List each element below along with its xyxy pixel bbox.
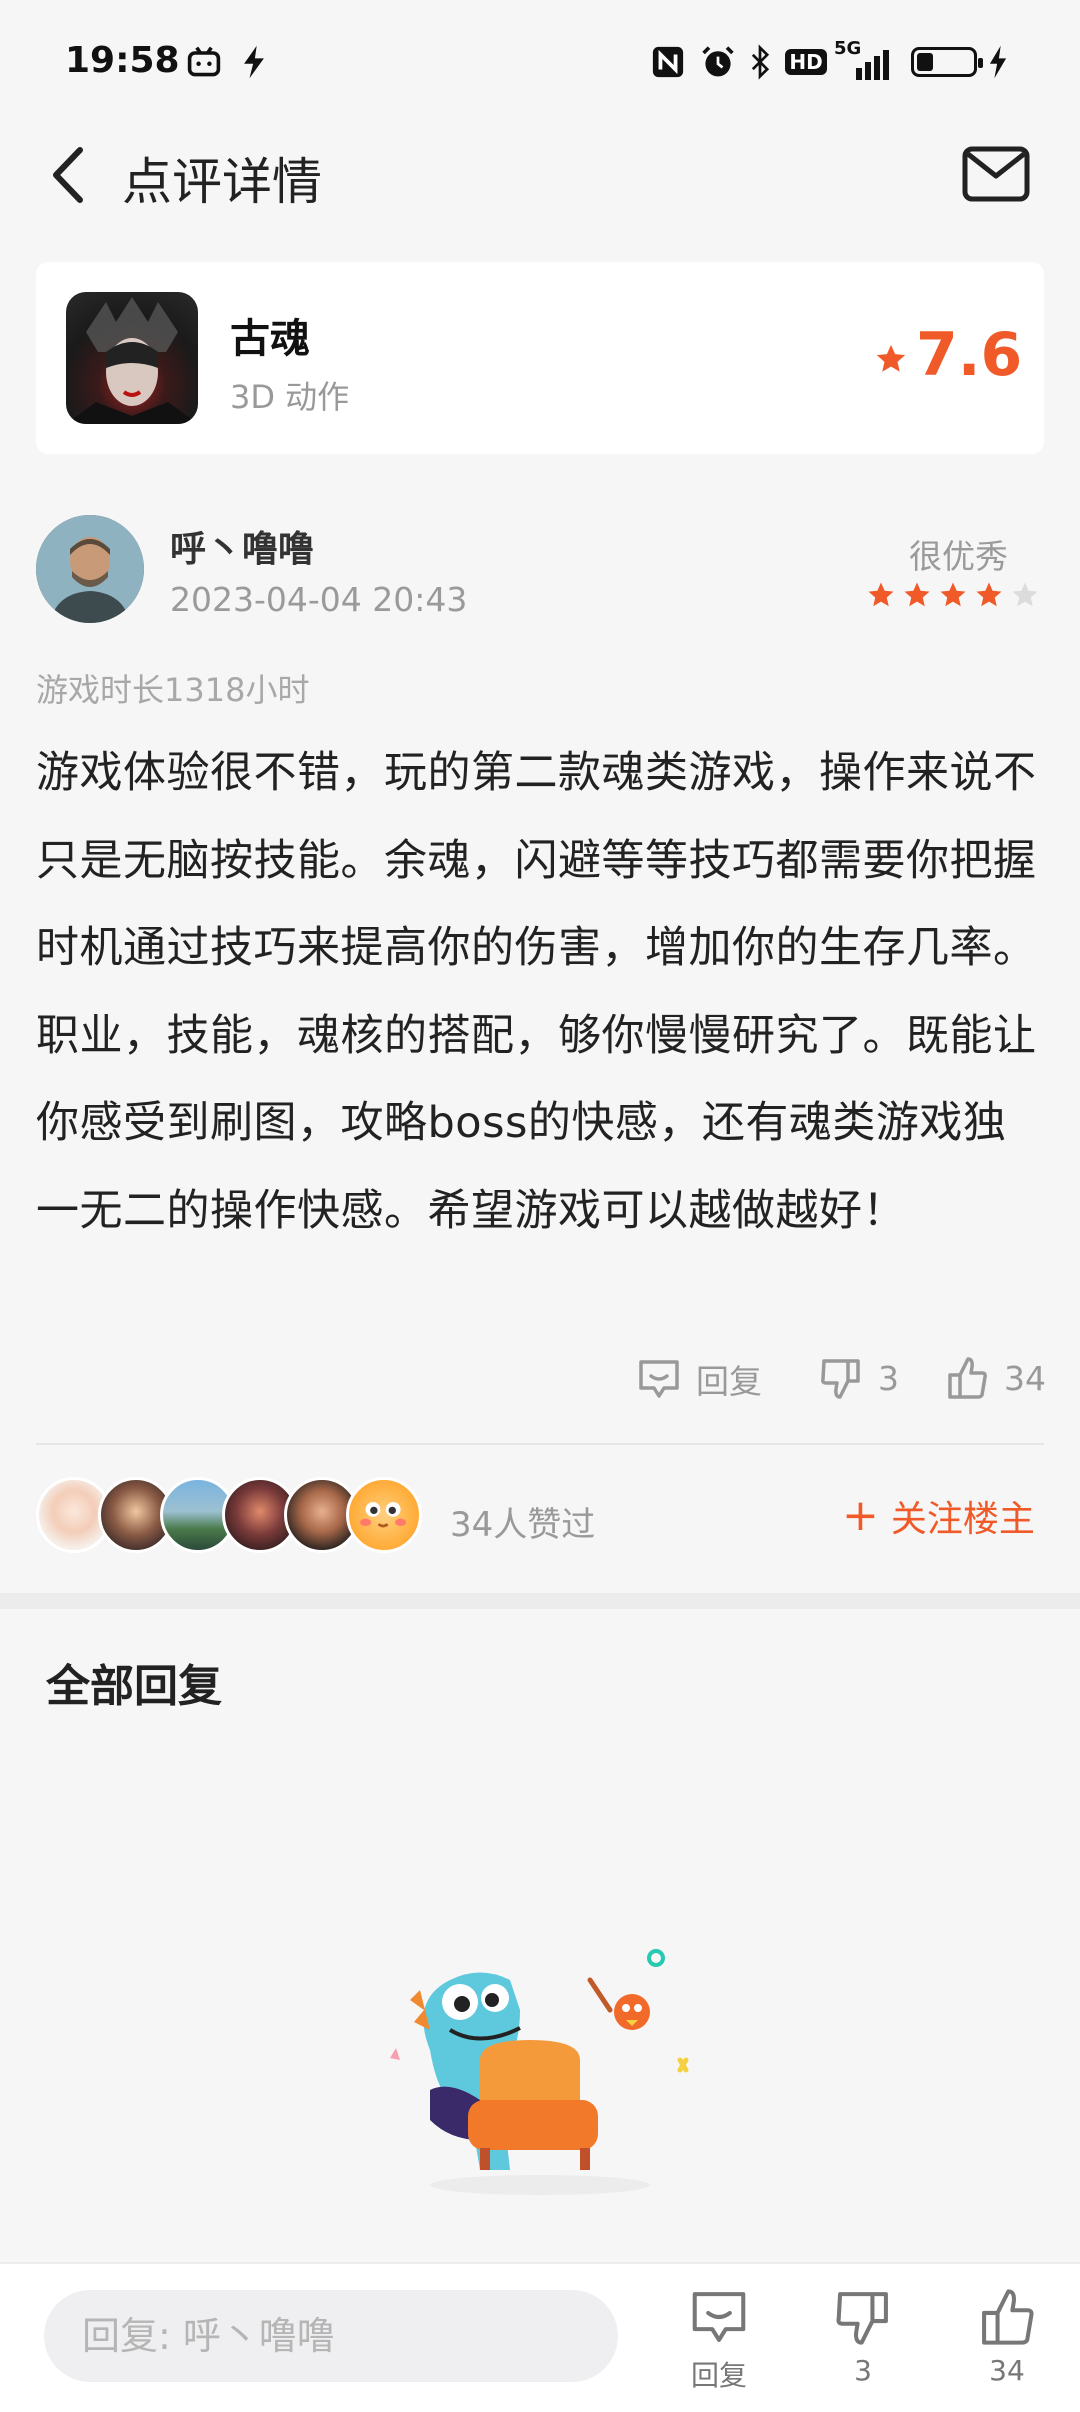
like-action[interactable]: 34 [944,1355,1046,1401]
game-score: 7.6 [916,320,1023,390]
likes-count[interactable]: 34人赞过 [450,1497,595,1546]
replies-section-title: 全部回复 [46,1661,222,1712]
bottom-reply-label: 回复 [690,2359,747,2392]
star-empty-icon [1012,582,1038,607]
status-bar: 19:58 HD 5G [0,0,1080,125]
game-card[interactable]: 古魂 3D 动作 7.6 [36,262,1044,454]
thumbs-down-icon [836,2292,888,2345]
follow-label: 关注楼主 [890,1499,1035,1540]
bottom-dislike-button[interactable]: 3 [818,2286,908,2387]
bottom-reply-button[interactable]: 回复 [674,2286,764,2394]
section-divider [0,1593,1080,1609]
star-filled-icon [868,582,894,607]
empty-replies-illustration [370,1940,710,2200]
status-time: 19:58 [65,40,180,81]
plus-icon: + [842,1490,879,1541]
comment-icon [692,2292,746,2342]
reply-input[interactable] [44,2290,618,2382]
game-tags: 3D 动作 [230,378,350,416]
review-date: 2023-04-04 20:43 [170,580,468,619]
mail-icon [962,146,1030,202]
bluetooth-icon [746,42,774,82]
alarm-icon [698,42,738,82]
star-filled-icon [904,582,930,607]
review-content: 游戏体验很不错，玩的第二款魂类游戏，操作来说不只是无脑按技能。余魂，闪避等等技巧… [36,748,1037,1236]
play-time: 游戏时长1318小时 [36,671,310,709]
bottom-like-button[interactable]: 34 [962,2286,1052,2387]
chevron-left-icon [53,147,83,203]
battery-icon [908,42,983,82]
thumbs-down-icon [821,1359,860,1399]
bolt-app-icon [236,42,272,82]
thumbs-up-icon [982,2289,1034,2345]
game-name: 古魂 [230,316,310,362]
hd-icon: HD [785,42,827,82]
follow-author-button[interactable]: + 关注楼主 [842,1490,1035,1542]
page-title: 点评详情 [122,153,322,211]
bottom-dislike-count: 3 [854,2354,872,2387]
liker-avatar [346,1477,422,1553]
bottom-like-count: 34 [989,2354,1025,2387]
rating-stars [866,580,1040,610]
back-button[interactable] [40,140,100,210]
bilibili-icon [182,42,226,82]
dislike-count: 3 [878,1358,899,1398]
bottom-bar: 回复 3 34 [0,2262,1080,2412]
divider [36,1443,1044,1445]
reply-action[interactable]: 回复 [636,1355,762,1403]
star-filled-icon [976,582,1002,607]
nfc-icon [650,42,686,82]
star-filled-icon [940,582,966,607]
star-icon [876,344,906,372]
author-name[interactable]: 呼丶噜噜 [170,520,314,572]
dislike-action[interactable]: 3 [818,1355,899,1401]
charging-icon [984,42,1012,82]
5g-signal-icon: 5G [834,38,894,82]
comment-icon [639,1360,679,1398]
like-count: 34 [1004,1358,1046,1398]
author-avatar[interactable] [36,515,144,623]
rating-label: 很优秀 [909,537,1008,576]
mail-button[interactable] [962,146,1030,202]
reply-action-label: 回复 [696,1362,762,1401]
thumbs-up-icon [948,1357,987,1399]
game-thumbnail [66,292,198,424]
